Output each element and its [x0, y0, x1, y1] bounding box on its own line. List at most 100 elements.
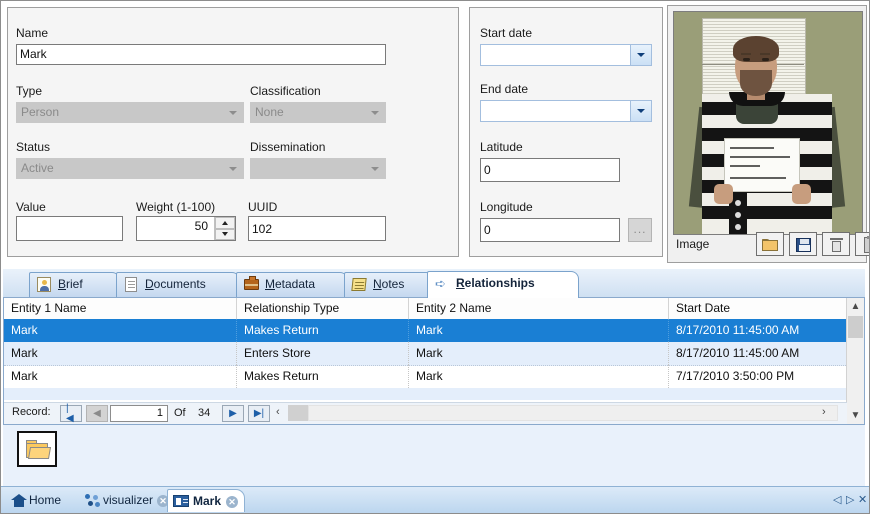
grid-vertical-scrollbar[interactable]: ▲ ▼	[846, 298, 864, 424]
weight-decrement-button[interactable]	[215, 229, 235, 241]
clipboard-icon	[864, 237, 870, 253]
type-select-value: Person	[21, 104, 59, 121]
column-header-start-date[interactable]: Start Date	[669, 298, 847, 319]
chevron-down-icon	[229, 111, 236, 115]
longitude-input[interactable]: 0	[480, 218, 620, 242]
taskbar-item-home[interactable]: Home	[5, 489, 77, 512]
taskbar-scroll-left-icon[interactable]: ◁	[833, 493, 841, 506]
start-date-label: Start date	[480, 26, 532, 40]
calendar-dropdown-icon[interactable]	[630, 101, 651, 121]
id-card-icon	[173, 495, 189, 507]
hscroll-left-icon[interactable]: ‹	[276, 406, 280, 418]
hscrollbar-thumb[interactable]	[288, 405, 308, 421]
table-row[interactable]	[4, 388, 864, 400]
end-date-input[interactable]	[480, 100, 652, 122]
status-select[interactable]: Active	[16, 158, 244, 179]
image-toolbar: Image	[672, 232, 862, 258]
tab-notes[interactable]: Notes	[344, 272, 434, 297]
tab-brief[interactable]: Brief	[29, 272, 120, 297]
last-record-button[interactable]: ▶|	[248, 405, 270, 422]
previous-record-button[interactable]: ◀	[86, 405, 108, 422]
image-label: Image	[676, 237, 709, 251]
end-date-label: End date	[480, 82, 528, 96]
name-label: Name	[16, 26, 48, 40]
photo-hand-right	[792, 184, 811, 204]
start-date-input[interactable]	[480, 44, 652, 66]
delete-image-button[interactable]	[822, 232, 850, 256]
taskbar-item-mark[interactable]: Mark ✕	[167, 489, 245, 512]
classification-select[interactable]: None	[250, 102, 386, 123]
mugshot-photo[interactable]	[673, 11, 863, 235]
save-image-button[interactable]	[789, 232, 817, 256]
photo-beard	[740, 70, 772, 96]
column-header-relationship-type[interactable]: Relationship Type	[237, 298, 409, 319]
close-icon[interactable]: ✕	[226, 496, 238, 508]
photo-brow-right	[760, 53, 770, 55]
taskbar-item-visualizer[interactable]: visualizer ✕	[81, 489, 175, 512]
photo-eye-left	[743, 58, 750, 61]
photo-whiteboard-sign	[724, 138, 800, 192]
trash-icon	[831, 238, 842, 252]
cell-relationship-type: Makes Return	[237, 319, 409, 342]
document-page-icon	[124, 277, 140, 293]
save-disk-icon	[796, 238, 811, 252]
cell-relationship-type: Makes Return	[237, 365, 409, 388]
column-header-entity-1-name[interactable]: Entity 1 Name	[4, 298, 237, 319]
value-input[interactable]	[16, 216, 123, 241]
table-row[interactable]: Mark Makes Return Mark 7/17/2010 3:50:00…	[4, 365, 864, 389]
first-record-button[interactable]: |◀	[60, 405, 82, 422]
column-header-entity-2-name[interactable]: Entity 2 Name	[409, 298, 669, 319]
taskbar-scroll-right-icon[interactable]: ▷	[846, 493, 854, 506]
taskbar-item-home-label: Home	[29, 493, 61, 507]
scroll-down-icon[interactable]: ▼	[847, 407, 864, 424]
current-record-input[interactable]: 1	[110, 405, 168, 422]
tab-relationships[interactable]: ➪ Relationships	[427, 271, 579, 298]
classification-label: Classification	[250, 84, 321, 98]
tab-notes-label: Notes	[373, 277, 404, 291]
record-of-label: Of	[174, 407, 186, 419]
type-select[interactable]: Person	[16, 102, 244, 123]
name-input[interactable]: Mark	[16, 44, 386, 65]
cell-entity-1-name: Mark	[4, 342, 237, 365]
cell-start-date: 8/17/2010 11:45:00 AM	[669, 319, 847, 342]
photo-eye-right	[762, 58, 769, 61]
scroll-up-icon[interactable]: ▲	[847, 298, 864, 315]
briefcase-icon	[244, 277, 260, 293]
calendar-dropdown-icon[interactable]	[630, 45, 651, 65]
image-panel: Image	[667, 5, 867, 263]
open-file-button[interactable]	[17, 431, 57, 467]
location-browse-button[interactable]: ...	[628, 218, 652, 242]
dates-location-panel: Start date End date Latitude 0 Longitude…	[469, 7, 663, 257]
hscroll-right-icon[interactable]: ›	[822, 406, 826, 418]
cell-start-date: 7/17/2010 3:50:00 PM	[669, 365, 847, 388]
cell-start-date: 8/17/2010 11:45:00 AM	[669, 342, 847, 365]
type-label: Type	[16, 84, 42, 98]
open-image-button[interactable]	[756, 232, 784, 256]
latitude-input[interactable]: 0	[480, 158, 620, 182]
taskbar-close-icon[interactable]: ✕	[858, 493, 867, 506]
hscrollbar-track[interactable]	[308, 405, 838, 421]
next-record-button[interactable]: ▶	[222, 405, 244, 422]
uuid-input[interactable]: 102	[248, 216, 386, 241]
grid-header-row: Entity 1 Name Relationship Type Entity 2…	[4, 298, 864, 320]
weight-stepper-buttons[interactable]	[214, 217, 235, 240]
uuid-label: UUID	[248, 200, 277, 214]
paste-image-button[interactable]	[855, 232, 870, 256]
status-label: Status	[16, 140, 50, 154]
longitude-label: Longitude	[480, 200, 533, 214]
tab-metadata[interactable]: Metadata	[236, 272, 348, 297]
dissemination-select[interactable]	[250, 158, 386, 179]
next-record-icon: ▶	[229, 409, 237, 419]
record-total: 34	[198, 407, 210, 419]
window-taskbar: Home visualizer ✕ Mark ✕ ◁ ▷ ✕	[1, 486, 869, 513]
person-badge-icon	[37, 277, 53, 293]
weight-stepper[interactable]: 50	[136, 216, 236, 241]
status-select-value: Active	[21, 160, 54, 177]
scrollbar-thumb[interactable]	[848, 316, 863, 338]
home-icon	[11, 494, 26, 507]
table-row[interactable]: Mark Makes Return Mark 8/17/2010 11:45:0…	[4, 319, 864, 343]
weight-increment-button[interactable]	[215, 217, 235, 229]
table-row[interactable]: Mark Enters Store Mark 8/17/2010 11:45:0…	[4, 342, 864, 366]
tab-documents[interactable]: Documents	[116, 272, 240, 297]
photo-hand-left	[714, 184, 733, 204]
